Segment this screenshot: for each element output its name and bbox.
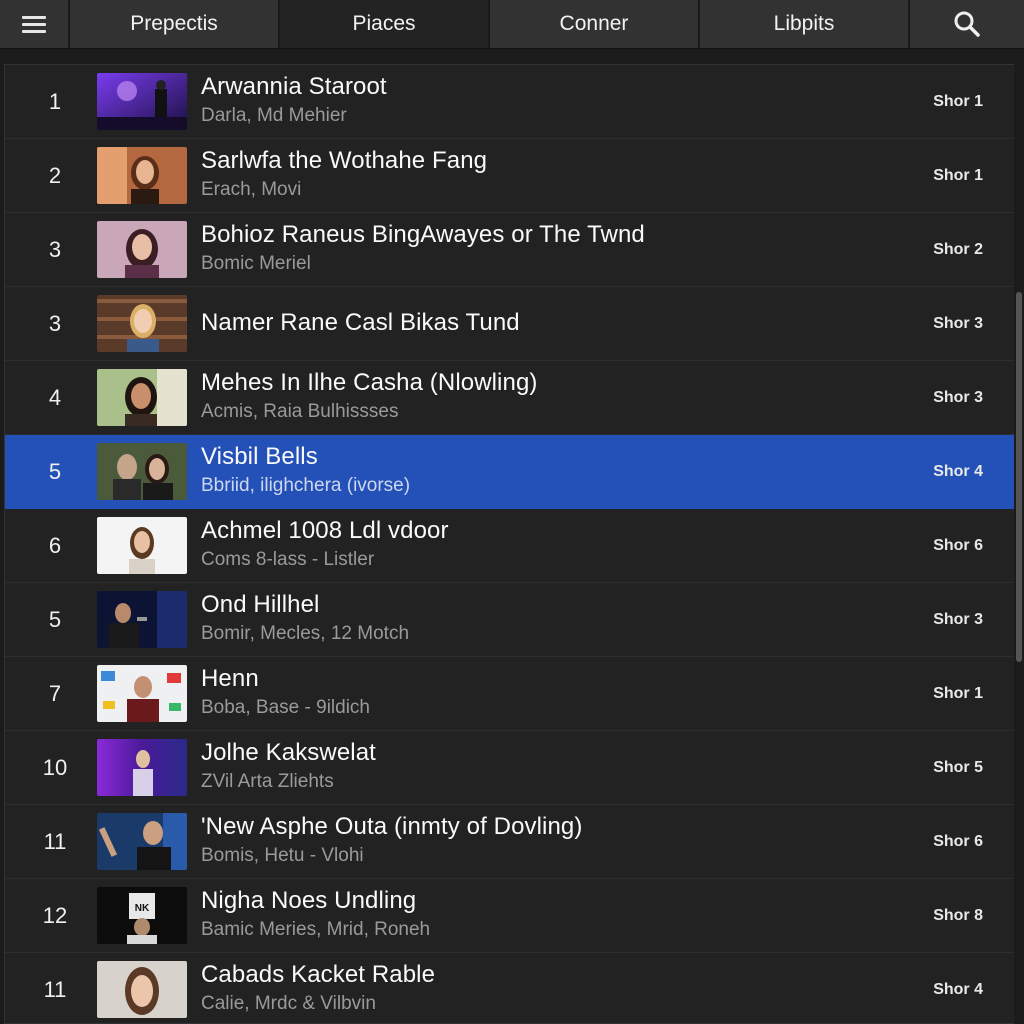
tab-label: Libpits [773, 12, 835, 35]
list-item[interactable]: 2 Sarlwfa the Wothahe Fang Erach, Movi S… [5, 139, 1015, 213]
list-item[interactable]: 10 Jolhe Kakswelat ZVil Arta Zliehts Sho… [5, 731, 1015, 805]
item-number: 7 [48, 681, 62, 706]
thumbnail [97, 443, 187, 500]
item-meta: Shor 6 [933, 833, 983, 850]
tab-label: Prepectis [130, 12, 218, 35]
item-meta: Shor 1 [933, 685, 983, 702]
thumbnail [97, 665, 187, 722]
thumbnail [97, 295, 187, 352]
top-toolbar: Prepectis Piaces Conner Libpits [0, 0, 1024, 49]
scrollbar-thumb[interactable] [1016, 292, 1022, 662]
item-number: 11 [43, 977, 67, 1002]
tab-label: Conner [559, 12, 629, 35]
thumbnail [97, 221, 187, 278]
item-meta: Shor 3 [933, 315, 983, 332]
item-meta: Shor 8 [933, 907, 983, 924]
item-subtitle: Bomic Meriel [201, 253, 311, 274]
item-number: 6 [48, 533, 62, 558]
item-meta: Shor 1 [933, 93, 983, 110]
item-number: 3 [48, 237, 62, 262]
menu-button[interactable] [0, 0, 70, 48]
list-item[interactable]: 3 Namer Rane Casl Bikas Tund Shor 3 [5, 287, 1015, 361]
list-item[interactable]: 7 Henn Boba, Base - 9ildich Shor 1 [5, 657, 1015, 731]
item-subtitle: Bamic Meries, Mrid, Roneh [201, 919, 431, 940]
thumbnail [97, 73, 187, 130]
thumbnail [97, 739, 187, 796]
item-meta: Shor 2 [933, 241, 983, 258]
item-title: Sarlwfa the Wothahe Fang [201, 147, 488, 174]
item-number: 3 [48, 311, 62, 336]
item-meta: Shor 4 [933, 463, 983, 480]
thumbnail: NK [97, 887, 187, 944]
thumbnail [97, 591, 187, 648]
list-item[interactable]: 11 'New Asphe Outa (inmty of Dovling) Bo… [5, 805, 1015, 879]
list-item[interactable]: 5 Ond Hillhel Bomir, Mecles, 12 Motch Sh… [5, 583, 1015, 657]
item-meta: Shor 1 [933, 167, 983, 184]
item-title: Visbil Bells [201, 443, 318, 470]
item-title: Henn [201, 665, 259, 692]
item-meta: Shor 3 [933, 611, 983, 628]
item-title: Arwannia Staroot [201, 73, 387, 100]
search-button[interactable] [910, 0, 1024, 48]
item-subtitle: Calie, Mrdc & Vilbvin [201, 993, 376, 1014]
tab-prepectis[interactable]: Prepectis [70, 0, 280, 48]
item-number: 10 [42, 755, 68, 780]
list-item[interactable]: 11 Cabads Kacket Rable Calie, Mrdc & Vil… [5, 953, 1015, 1023]
item-subtitle: Coms 8-lass - Listler [201, 549, 375, 570]
list-item[interactable]: 4 Mehes In Ilhe Casha (Nlowling) Acmis, … [5, 361, 1015, 435]
item-subtitle: Acmis, Raia Bulhissses [201, 401, 399, 422]
item-meta: Shor 5 [933, 759, 983, 776]
thumbnail [97, 369, 187, 426]
item-number: 2 [48, 163, 62, 188]
item-title: Ond Hillhel [201, 591, 320, 618]
list-item[interactable]: 12 NK Nigha Noes Undling Bamic Meries, M… [5, 879, 1015, 953]
media-list: 1 Arwannia Staroot Darla, Md Mehier Shor… [4, 64, 1016, 1024]
thumbnail [97, 517, 187, 574]
item-subtitle: Bomis, Hetu - Vlohi [201, 845, 364, 866]
tab-label: Piaces [352, 12, 416, 35]
list-item[interactable]: 6 Achmel 1008 Ldl vdoor Coms 8-lass - Li… [5, 509, 1015, 583]
tab-conner[interactable]: Conner [490, 0, 700, 48]
item-meta: Shor 3 [933, 389, 983, 406]
item-subtitle: Boba, Base - 9ildich [201, 697, 370, 718]
item-title: Mehes In Ilhe Casha (Nlowling) [201, 369, 538, 396]
item-title: Namer Rane Casl Bikas Tund [201, 309, 520, 336]
list-item[interactable]: 1 Arwannia Staroot Darla, Md Mehier Shor… [5, 65, 1015, 139]
item-number: 5 [48, 607, 62, 632]
thumbnail [97, 813, 187, 870]
item-subtitle: Bomir, Mecles, 12 Motch [201, 623, 410, 644]
item-subtitle: Bbriid, ilighchera (ivorse) [201, 475, 411, 496]
item-meta: Shor 4 [933, 981, 983, 998]
item-number: 5 [48, 459, 62, 484]
list-item[interactable]: 3 Bohioz Raneus BingAwayes or The Twnd B… [5, 213, 1015, 287]
item-subtitle: Darla, Md Mehier [201, 105, 347, 126]
item-title: Nigha Noes Undling [201, 887, 417, 914]
item-subtitle: Erach, Movi [201, 179, 302, 200]
item-subtitle: ZVil Arta Zliehts [201, 771, 334, 792]
search-icon [954, 11, 980, 37]
item-title: Bohioz Raneus BingAwayes or The Twnd [201, 221, 645, 248]
item-title: Jolhe Kakswelat [201, 739, 376, 766]
hamburger-menu-icon [22, 12, 46, 37]
item-title: Achmel 1008 Ldl vdoor [201, 517, 449, 544]
tab-piaces[interactable]: Piaces [280, 0, 490, 48]
thumbnail-caption: NK [135, 903, 150, 914]
item-number: 1 [48, 89, 62, 114]
item-title: Cabads Kacket Rable [201, 961, 436, 988]
item-number: 4 [48, 385, 62, 410]
tab-libpits[interactable]: Libpits [700, 0, 910, 48]
item-title: 'New Asphe Outa (inmty of Dovling) [201, 813, 583, 840]
item-meta: Shor 6 [933, 537, 983, 554]
thumbnail [97, 147, 187, 204]
item-number: 11 [43, 829, 67, 854]
item-number: 12 [42, 903, 68, 928]
list-item-selected[interactable]: 5 Visbil Bells Bbriid, ilighchera (ivors… [5, 435, 1015, 509]
thumbnail [97, 961, 187, 1018]
scrollbar[interactable] [1014, 64, 1024, 1024]
